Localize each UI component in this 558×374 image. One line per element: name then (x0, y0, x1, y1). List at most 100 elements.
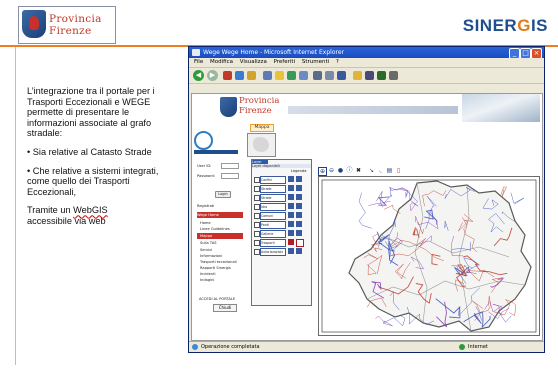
home-icon[interactable] (247, 71, 256, 80)
layer-style-icon[interactable] (296, 239, 304, 247)
road-line (510, 192, 525, 205)
menu-visualizza[interactable]: Visualizza (240, 59, 267, 65)
layer-style-icon[interactable] (296, 176, 302, 182)
department-bar (194, 150, 238, 154)
folder-icon[interactable] (353, 71, 362, 80)
menu-preferiti[interactable]: Preferiti (274, 59, 296, 65)
history-icon[interactable] (299, 71, 308, 80)
internet-zone-text: Internet (468, 344, 488, 350)
layer-row: Confini (254, 176, 309, 184)
brand-accent: G (517, 16, 531, 35)
provincia-logo-text: Provincia Firenze (49, 13, 102, 37)
layer-row: Comuni (254, 212, 309, 220)
provincia-logo: Provincia Firenze (18, 6, 116, 44)
nav-section-title: Wege Home (197, 212, 243, 218)
layer-legend-swatch (288, 230, 294, 236)
banner-logo-text: Provincia Firenze (239, 96, 279, 116)
messenger-icon[interactable] (365, 71, 374, 80)
map-view[interactable] (318, 176, 540, 336)
road-line (358, 192, 372, 229)
banner-logo: Provincia Firenze (220, 94, 279, 122)
address-bar[interactable] (189, 84, 544, 92)
nav-item-tas[interactable]: Sulla TAS (200, 241, 217, 245)
tools-icon[interactable] (389, 71, 398, 80)
zoom-out-icon[interactable]: ⊖ (328, 167, 335, 174)
menu-modifica[interactable]: Modifica (210, 59, 233, 65)
layer-label: Idro (260, 203, 286, 211)
menu-file[interactable]: File (194, 59, 203, 65)
intro-paragraph-4: Tramite un WebGIS accessibile via web (27, 205, 177, 226)
user-id-field[interactable] (221, 163, 239, 169)
zoom-in-icon[interactable]: ⊕ (318, 167, 327, 176)
media-icon[interactable] (287, 71, 296, 80)
browser-titlebar[interactable]: Wege Wege Home - Microsoft Internet Expl… (189, 47, 544, 59)
webgis-page: Provincia Firenze Mappa User ID: Passwor… (191, 93, 543, 341)
portal-link[interactable]: ACCEDI AL PORTALE (199, 297, 235, 301)
mail-icon[interactable] (313, 71, 322, 80)
layer-style-icon[interactable] (296, 221, 302, 227)
layer-row: Trasporti (254, 239, 309, 247)
banner-crest-icon (220, 97, 237, 117)
tab-mappa[interactable]: Mappa (250, 124, 274, 132)
layer-style-icon[interactable] (296, 248, 302, 254)
nav-item-informazioni[interactable]: Informazioni (200, 254, 222, 258)
browser-title: Wege Wege Home - Microsoft Internet Expl… (203, 49, 344, 56)
layer-row: Ponti (254, 221, 309, 229)
measure-icon[interactable]: ↘ (368, 167, 375, 174)
layer-style-icon[interactable] (296, 194, 302, 200)
password-field[interactable] (221, 173, 239, 179)
road-line (500, 186, 507, 198)
menu-help[interactable]: ? (336, 59, 339, 65)
edit-icon[interactable] (337, 71, 346, 80)
nav-item-indagini[interactable]: Indagini (200, 278, 214, 282)
road-line (388, 186, 408, 199)
layer-row: Gallerie (254, 230, 309, 238)
select-icon[interactable]: ◟ (377, 167, 384, 174)
register-link[interactable]: Registrati (197, 204, 214, 208)
password-label: Password: (197, 174, 215, 178)
close-button[interactable]: Chiudi (213, 304, 237, 312)
layer-row: Autorizzazioni (254, 248, 309, 256)
layer-label: Confini (260, 176, 286, 184)
menu-strumenti[interactable]: Strumenti (302, 59, 329, 65)
stop-icon[interactable] (223, 71, 232, 80)
layer-style-icon[interactable] (296, 185, 302, 191)
layer-style-icon[interactable] (296, 203, 302, 209)
nav-item-linee[interactable]: Linee Guidelines (200, 227, 230, 231)
layer-label: Strade regionali (260, 194, 286, 202)
pan-icon[interactable]: ● (337, 167, 344, 174)
info-icon[interactable]: ⓘ (346, 167, 353, 174)
nav-item-servizi[interactable]: Servizi (200, 248, 212, 252)
layer-legend-swatch (288, 221, 294, 227)
banner-line-2: Firenze (239, 105, 272, 116)
login-button[interactable]: Login (215, 191, 231, 198)
logo-line-1: Provincia (49, 13, 102, 25)
forward-icon[interactable]: ▶ (207, 70, 218, 81)
pdf-icon[interactable]: ▯ (395, 167, 402, 174)
nav-item-incidenti[interactable]: Incidenti (200, 272, 216, 276)
layer-style-icon[interactable] (296, 230, 302, 236)
map-toolbar: ⊕ ⊖ ● ⓘ ✖ ↘ ◟ ▤ ▯ (318, 166, 408, 176)
layer-legend-swatch (288, 194, 294, 200)
refresh-icon[interactable] (235, 71, 244, 80)
overview-map[interactable] (247, 133, 276, 157)
print-icon[interactable] (325, 71, 334, 80)
favorites-icon[interactable] (275, 71, 284, 80)
clear-icon[interactable]: ✖ (355, 167, 362, 174)
back-icon[interactable]: ◀ (193, 70, 204, 81)
nav-item-rapporti[interactable]: Rapporti Sinergis (200, 266, 231, 270)
excel-icon[interactable] (377, 71, 386, 80)
nav-item-home[interactable]: Home (200, 221, 211, 225)
intro-p4-post: accessibile via web (27, 215, 106, 226)
road-line (498, 311, 512, 323)
ie-icon (192, 49, 200, 56)
nav-item-mappa[interactable]: Mappa (197, 233, 243, 239)
nav-item-trasporti[interactable]: Trasporti eccezionali (200, 260, 237, 264)
layer-style-icon[interactable] (296, 212, 302, 218)
print-map-icon[interactable]: ▤ (386, 167, 393, 174)
layer-label: Comuni (260, 212, 286, 220)
department-icon (194, 131, 213, 150)
user-id-label: User ID: (197, 164, 212, 168)
layer-legend-swatch (288, 248, 294, 254)
search-icon[interactable] (263, 71, 272, 80)
